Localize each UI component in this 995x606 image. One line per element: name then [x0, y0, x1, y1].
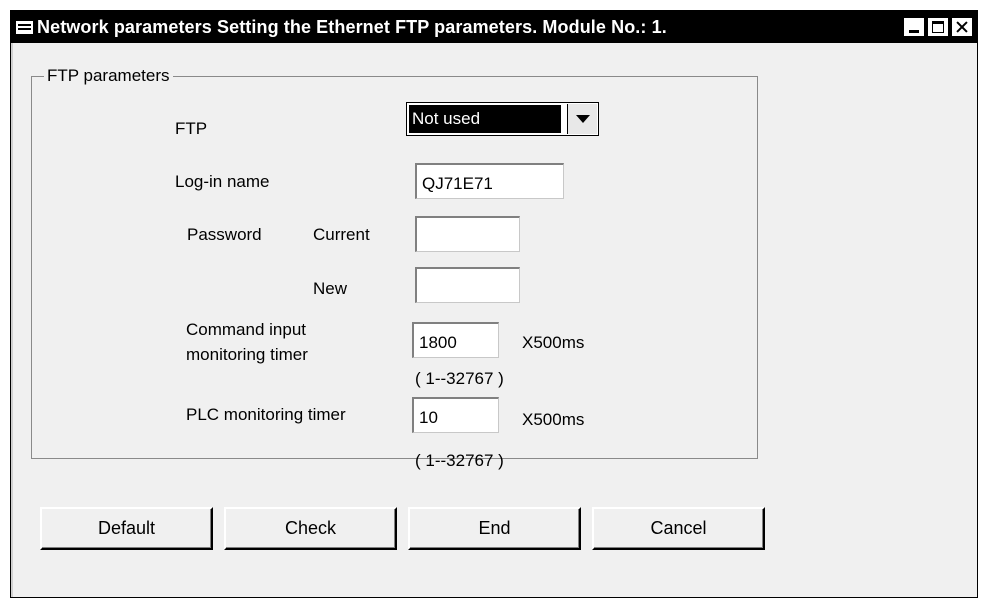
ftp-select[interactable]: Not used — [406, 102, 599, 136]
password-new-label: New — [313, 279, 348, 298]
command-timer-range: ( 1--32767 ) — [415, 369, 504, 388]
window-menu-icon[interactable] — [16, 20, 33, 34]
maximize-icon[interactable] — [927, 17, 949, 37]
chevron-down-icon[interactable] — [567, 104, 597, 134]
plc-timer-range: ( 1--32767 ) — [415, 451, 504, 470]
password-label: Password — [187, 225, 262, 244]
close-icon[interactable] — [951, 17, 973, 37]
window-title: Network parameters Setting the Ethernet … — [37, 16, 667, 37]
ftp-parameters-group — [31, 76, 758, 459]
title-bar: Network parameters Setting the Ethernet … — [11, 11, 977, 43]
command-timer-label-line1: Command input — [186, 320, 307, 339]
command-timer-label-line2: monitoring timer — [186, 345, 308, 364]
end-button[interactable]: End — [408, 507, 581, 550]
password-new-input[interactable] — [415, 267, 520, 303]
ftp-label: FTP — [175, 119, 208, 138]
ftp-select-value: Not used — [409, 105, 561, 133]
command-timer-input[interactable] — [412, 322, 499, 358]
password-current-label: Current — [313, 225, 370, 244]
window-left-edge — [11, 43, 13, 597]
command-timer-unit: X500ms — [522, 333, 585, 352]
default-button[interactable]: Default — [40, 507, 213, 550]
plc-timer-label: PLC monitoring timer — [186, 405, 346, 424]
login-name-label: Log-in name — [175, 172, 270, 191]
minimize-icon[interactable] — [903, 17, 925, 37]
password-current-input[interactable] — [415, 216, 520, 252]
check-button[interactable]: Check — [224, 507, 397, 550]
title-bar-buttons — [903, 17, 973, 37]
login-name-input[interactable] — [415, 163, 564, 199]
group-title: FTP parameters — [44, 66, 173, 86]
cancel-button[interactable]: Cancel — [592, 507, 765, 550]
plc-timer-input[interactable] — [412, 397, 499, 433]
plc-timer-unit: X500ms — [522, 410, 585, 429]
